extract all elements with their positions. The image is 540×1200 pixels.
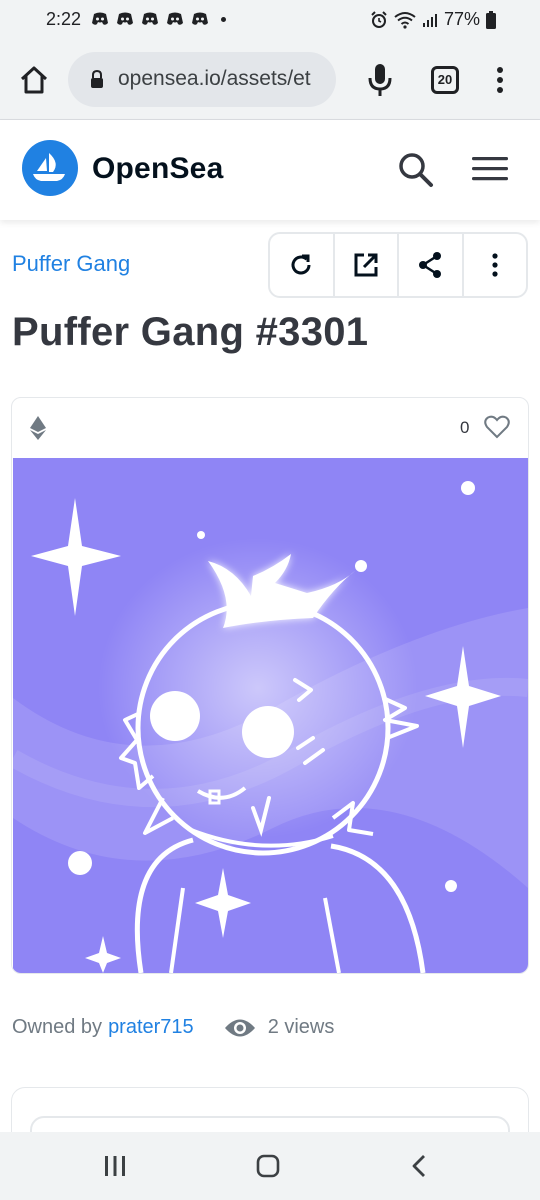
nft-artwork[interactable] xyxy=(13,458,528,973)
alarm-icon xyxy=(371,10,387,28)
discord-icon xyxy=(117,12,133,25)
share-button[interactable] xyxy=(399,234,464,296)
refresh-button[interactable] xyxy=(270,234,335,296)
status-time: 2:22 xyxy=(46,9,82,29)
card-header: 0 xyxy=(12,398,528,458)
lock-icon xyxy=(91,70,103,88)
menu-icon[interactable] xyxy=(472,156,508,182)
views-count: 2 views xyxy=(267,1016,335,1038)
discord-icon xyxy=(192,12,208,25)
more-vertical-icon xyxy=(492,253,498,277)
battery-percent: 77% xyxy=(443,9,480,29)
asset-actions xyxy=(268,232,528,298)
system-nav-bar xyxy=(0,1132,540,1200)
ethereum-icon xyxy=(30,416,46,440)
site-header: OpenSea xyxy=(0,120,540,220)
wifi-icon xyxy=(394,11,416,29)
back-icon[interactable] xyxy=(410,1154,428,1178)
favorite-count: 0 xyxy=(460,418,470,437)
discord-icon xyxy=(142,12,158,25)
status-right: 77% xyxy=(370,9,496,30)
heart-icon[interactable] xyxy=(484,415,510,439)
search-icon[interactable] xyxy=(398,152,434,188)
browser-menu-icon[interactable] xyxy=(492,64,508,96)
opensea-logo[interactable] xyxy=(22,140,78,196)
microphone-icon[interactable] xyxy=(366,62,394,98)
home-icon[interactable] xyxy=(18,64,50,96)
owned-by-label: Owned by xyxy=(12,1016,103,1038)
recent-apps-icon[interactable] xyxy=(104,1155,126,1177)
url-text: opensea.io/assets/et xyxy=(118,67,311,90)
refresh-icon xyxy=(291,254,311,275)
owner-row: Owned by prater715 2 views xyxy=(12,1016,334,1039)
open-external-button[interactable] xyxy=(335,234,399,296)
share-icon xyxy=(419,252,442,278)
discord-icon xyxy=(167,12,183,25)
home-button-icon[interactable] xyxy=(256,1154,280,1178)
battery-icon xyxy=(486,10,496,29)
notification-icons xyxy=(90,11,226,27)
sailboat-icon xyxy=(33,153,65,181)
owner-link[interactable]: prater715 xyxy=(108,1016,194,1039)
browser-toolbar: opensea.io/assets/et 20 xyxy=(0,40,540,120)
eye-icon xyxy=(224,1019,255,1036)
external-link-icon xyxy=(354,253,378,277)
collection-link[interactable]: Puffer Gang xyxy=(12,251,130,277)
asset-title: Puffer Gang #3301 xyxy=(12,310,369,354)
more-options-button[interactable] xyxy=(464,234,527,296)
more-notifications-dot xyxy=(221,16,226,22)
tab-switcher-button[interactable]: 20 xyxy=(431,66,459,94)
discord-icon xyxy=(92,12,108,25)
address-bar[interactable]: opensea.io/assets/et xyxy=(68,52,336,107)
brand-name[interactable]: OpenSea xyxy=(92,152,223,186)
asset-card: 0 xyxy=(11,397,529,974)
status-bar: 2:22 77% xyxy=(0,0,540,40)
signal-icon xyxy=(422,13,437,27)
